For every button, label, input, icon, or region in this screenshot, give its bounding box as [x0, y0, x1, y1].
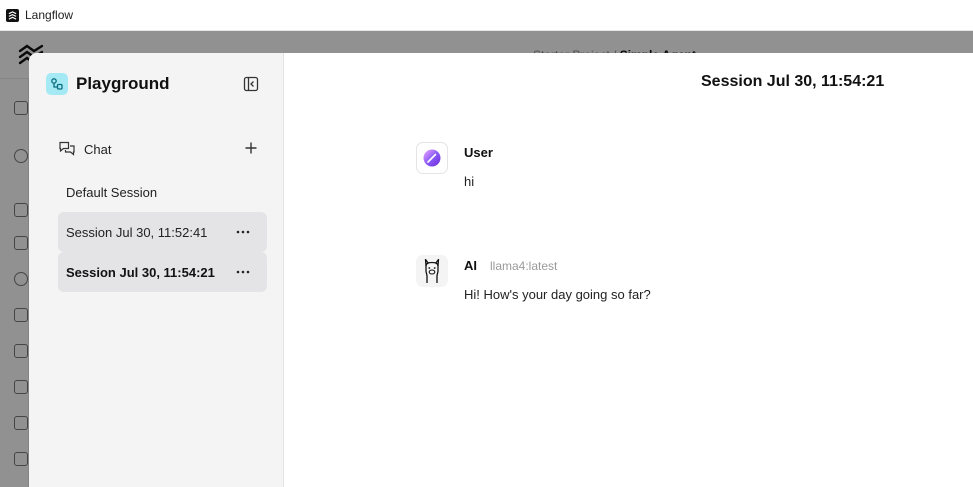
langflow-app-icon [6, 8, 19, 22]
ai-model-name: llama4:latest [490, 259, 558, 273]
new-session-plus-icon[interactable] [243, 140, 259, 156]
more-options-icon[interactable] [235, 224, 251, 240]
window-titlebar: Langflow [0, 0, 973, 31]
session-label: Session Jul 30, 11:54:21 [66, 264, 215, 280]
ai-avatar [416, 255, 448, 287]
user-message-text: hi [464, 174, 475, 189]
playground-header: Playground [46, 73, 266, 95]
ai-message-text: Hi! How's your day going so far? [464, 287, 651, 302]
chat-session-title: Session Jul 30, 11:54:21 [701, 73, 885, 90]
playground-icon [46, 73, 68, 95]
playground-modal: Playground Chat Default Session Session … [29, 53, 973, 487]
llama-icon [424, 258, 440, 283]
collapse-sidebar-icon[interactable] [243, 76, 259, 92]
session-label: Session Jul 30, 11:52:41 [66, 224, 208, 240]
session-label: Default Session [66, 184, 158, 200]
playground-title: Playground [76, 74, 170, 93]
window-title: Langflow [25, 8, 74, 22]
user-avatar-icon [423, 149, 441, 167]
session-item-default[interactable]: Default Session [58, 172, 267, 212]
user-message-sender: User [464, 145, 493, 160]
more-options-icon[interactable] [235, 264, 251, 280]
playground-sidebar: Playground Chat Default Session Session … [29, 53, 284, 487]
user-avatar [416, 142, 448, 174]
chat-bubbles-icon [59, 141, 75, 156]
ai-message-sender: AI [464, 258, 477, 273]
chat-section-header: Chat [58, 139, 258, 159]
session-item-selected[interactable]: Session Jul 30, 11:54:21 [58, 252, 267, 292]
chat-section-label: Chat [84, 141, 112, 157]
session-item[interactable]: Session Jul 30, 11:52:41 [58, 212, 267, 252]
